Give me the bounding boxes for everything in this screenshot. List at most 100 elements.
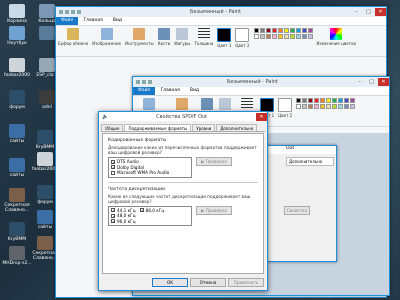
palette-swatch[interactable] bbox=[308, 104, 314, 109]
title-bar[interactable]: Безымянный - Paint – □ ✕ bbox=[133, 77, 389, 87]
checked-checkbox[interactable]: ✓ bbox=[111, 165, 115, 170]
palette-swatch[interactable] bbox=[295, 34, 301, 39]
test-encoded-button[interactable]: ▶ Проверка bbox=[196, 157, 232, 166]
shapes-button[interactable]: Фигуры bbox=[174, 28, 190, 46]
desktop-icon[interactable]: Корзина bbox=[2, 4, 32, 24]
title-bar[interactable]: Безымянный - Paint – □ ✕ bbox=[56, 7, 386, 17]
palette-swatch[interactable] bbox=[253, 28, 259, 33]
unchecked-checkbox[interactable] bbox=[111, 170, 115, 175]
color-palette[interactable] bbox=[296, 98, 356, 109]
palette-swatch[interactable] bbox=[326, 98, 332, 103]
palette-swatch[interactable] bbox=[302, 98, 308, 103]
palette-swatch[interactable] bbox=[265, 28, 271, 33]
color1-button[interactable]: Цвет 1 bbox=[217, 28, 231, 48]
format-checkbox-row[interactable]: ✓ 96,0 кГц bbox=[111, 219, 136, 225]
palette-swatch[interactable] bbox=[307, 34, 313, 39]
image-group[interactable]: Изображение bbox=[92, 28, 121, 46]
palette-swatch[interactable] bbox=[277, 28, 283, 33]
desktop-icon[interactable]: форум bbox=[2, 90, 32, 110]
palette-swatch[interactable] bbox=[283, 28, 289, 33]
palette-swatch[interactable] bbox=[332, 104, 338, 109]
tab-file[interactable]: Файл bbox=[133, 87, 156, 95]
palette-swatch[interactable] bbox=[271, 34, 277, 39]
palette-swatch[interactable] bbox=[265, 34, 271, 39]
checked-checkbox[interactable]: ✓ bbox=[111, 219, 115, 224]
checked-checkbox[interactable]: ✓ bbox=[111, 159, 115, 164]
checked-checkbox[interactable]: ✓ bbox=[111, 213, 115, 218]
clipboard-group[interactable]: Буфер обмена bbox=[58, 28, 88, 46]
format-checkbox-row[interactable]: ✓ 44,1 кГц bbox=[111, 208, 136, 214]
desktop-icon[interactable]: сайты bbox=[2, 124, 32, 144]
palette-swatch[interactable] bbox=[338, 104, 344, 109]
tab-levels[interactable]: Уровни bbox=[192, 124, 216, 131]
quick-access-toolbar[interactable] bbox=[133, 80, 152, 84]
palette-swatch[interactable] bbox=[277, 34, 283, 39]
tab-view[interactable]: Вид bbox=[185, 87, 204, 95]
tab-view[interactable]: Вид bbox=[108, 17, 127, 25]
palette-swatch[interactable] bbox=[332, 98, 338, 103]
palette-swatch[interactable] bbox=[296, 104, 302, 109]
palette-swatch[interactable] bbox=[314, 98, 320, 103]
palette-swatch[interactable] bbox=[295, 28, 301, 33]
palette-swatch[interactable] bbox=[344, 104, 350, 109]
tab-home[interactable]: Главная bbox=[155, 87, 184, 95]
palette-swatch[interactable] bbox=[259, 28, 265, 33]
palette-swatch[interactable] bbox=[271, 28, 277, 33]
palette-swatch[interactable] bbox=[314, 104, 320, 109]
tab-advanced[interactable]: Дополнительно bbox=[216, 124, 258, 131]
cancel-button[interactable]: Отмена bbox=[190, 278, 226, 287]
quick-access-toolbar[interactable] bbox=[56, 10, 81, 14]
desktop-icon[interactable]: сайты bbox=[2, 158, 32, 178]
format-checkbox-row[interactable]: ✓ 88,0 кГц bbox=[139, 208, 164, 214]
palette-swatch[interactable] bbox=[289, 28, 295, 33]
desktop-icon[interactable]: Секретная Славяно... bbox=[2, 188, 32, 213]
format-checkbox-row[interactable]: Microsoft WMA Pro Audio bbox=[111, 170, 189, 176]
test-rates-button[interactable]: ▶ Проверка bbox=[196, 205, 232, 215]
minimize-button[interactable]: – bbox=[354, 78, 365, 86]
palette-swatch[interactable] bbox=[344, 98, 350, 103]
close-button[interactable]: ✕ bbox=[378, 78, 389, 86]
tab-file[interactable]: Файл bbox=[56, 17, 79, 25]
close-button[interactable]: ✕ bbox=[256, 112, 267, 121]
palette-swatch[interactable] bbox=[338, 98, 344, 103]
palette-swatch[interactable] bbox=[253, 34, 259, 39]
tools-group[interactable]: Инструменты bbox=[125, 28, 154, 46]
close-button[interactable]: ✕ bbox=[375, 8, 386, 16]
palette-swatch[interactable] bbox=[320, 98, 326, 103]
properties-button[interactable]: Свойства bbox=[284, 206, 310, 215]
desktop-icon[interactable]: MHDrop-s2... bbox=[2, 246, 32, 266]
apply-button[interactable]: Применить bbox=[228, 278, 264, 287]
palette-swatch[interactable] bbox=[320, 104, 326, 109]
checked-checkbox[interactable]: ✓ bbox=[111, 208, 115, 213]
tab-advanced[interactable]: Дополнительно bbox=[286, 157, 334, 166]
palette-swatch[interactable] bbox=[283, 34, 289, 39]
palette-swatch[interactable] bbox=[259, 34, 265, 39]
palette-swatch[interactable] bbox=[350, 98, 356, 103]
palette-swatch[interactable] bbox=[301, 28, 307, 33]
palette-swatch[interactable] bbox=[289, 34, 295, 39]
spdif-properties-dialog[interactable]: 🔈 Свойства SPDIF Out ✕ Общие Поддерживае… bbox=[98, 111, 268, 291]
maximize-button[interactable]: □ bbox=[366, 78, 377, 86]
brushes-button[interactable]: Кисти bbox=[158, 28, 170, 46]
palette-swatch[interactable] bbox=[326, 104, 332, 109]
tab-home[interactable]: Главная bbox=[78, 17, 107, 25]
maximize-button[interactable]: □ bbox=[363, 8, 374, 16]
format-checkbox-row[interactable]: ✓ 48,0 кГц bbox=[111, 213, 136, 219]
desktop-icon[interactable]: Ноутбук bbox=[2, 26, 32, 46]
tab-general[interactable]: Общие bbox=[101, 124, 124, 131]
palette-swatch[interactable] bbox=[308, 98, 314, 103]
palette-swatch[interactable] bbox=[350, 104, 356, 109]
ok-button[interactable]: OK bbox=[152, 278, 188, 287]
dialog-title-bar[interactable]: 🔈 Свойства SPDIF Out ✕ bbox=[99, 112, 267, 121]
palette-swatch[interactable] bbox=[302, 104, 308, 109]
palette-swatch[interactable] bbox=[307, 28, 313, 33]
desktop-icon[interactable]: foobar2000 bbox=[2, 58, 32, 78]
color-palette[interactable] bbox=[253, 28, 313, 39]
tab-supported-formats[interactable]: Поддерживаемые форматы bbox=[124, 124, 192, 131]
palette-swatch[interactable] bbox=[296, 98, 302, 103]
size-button[interactable]: Толщина bbox=[194, 28, 213, 46]
checked-checkbox[interactable]: ✓ bbox=[139, 208, 144, 213]
color2-button[interactable]: Цвет 2 bbox=[235, 28, 250, 48]
edit-colors-button[interactable]: Изменение цветов bbox=[317, 28, 356, 46]
palette-swatch[interactable] bbox=[301, 34, 307, 39]
